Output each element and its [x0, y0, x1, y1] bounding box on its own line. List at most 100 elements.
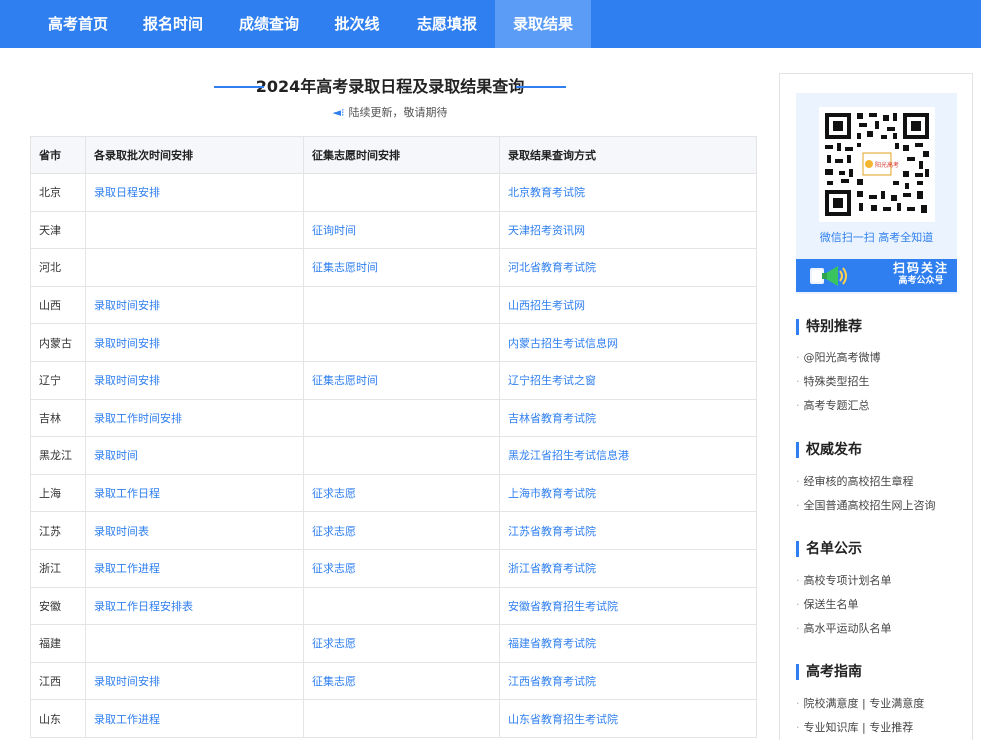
cell-solicit-link[interactable]: 征求志愿 — [303, 624, 500, 663]
cell-schedule-link — [85, 248, 304, 287]
page-title-wrap: 2024年高考录取日程及录取结果查询 — [200, 76, 580, 98]
nav-volunteer[interactable]: 志愿填报 — [409, 0, 485, 48]
cell-query-link[interactable]: 山东省教育招生考试院 — [499, 699, 757, 738]
table-row: 江苏 录取时间表 征求志愿 江苏省教育考试院 — [30, 511, 757, 550]
section-title-lists: 名单公示 — [796, 541, 862, 557]
qr-card: 阳光高考 微信扫一扫 高考全知道 扫码关注 高考公众号 — [796, 93, 957, 294]
table-row: 黑龙江 录取时间 黑龙江省招生考试信息港 — [30, 436, 757, 475]
megaphone-icon — [808, 262, 860, 294]
list-item[interactable]: 高考专题汇总 — [796, 394, 881, 418]
cell-schedule-link[interactable]: 录取工作日程安排表 — [85, 586, 304, 626]
cell-schedule-link[interactable]: 录取时间 — [85, 436, 304, 475]
cell-schedule-link[interactable]: 录取时间安排 — [85, 661, 304, 701]
table-row: 辽宁 录取时间安排 征集志愿时间 辽宁招生考试之窗 — [30, 360, 757, 400]
cell-province: 安徽 — [30, 586, 86, 626]
list-item[interactable]: 高校专项计划名单 — [796, 569, 892, 593]
page-subtitle: ◄⁝ 陆续更新，敬请期待 — [290, 104, 490, 120]
cell-province: 吉林 — [30, 398, 86, 438]
table-row: 河北 征集志愿时间 河北省教育考试院 — [30, 248, 757, 287]
table-row: 福建 征求志愿 福建省教育考试院 — [30, 624, 757, 663]
table-header-row: 省市 各录取批次时间安排 征集志愿时间安排 录取结果查询方式 — [30, 136, 757, 174]
cell-schedule-link[interactable]: 录取工作进程 — [85, 699, 304, 738]
qr-center-mark: 阳光高考 — [875, 161, 899, 169]
cell-solicit-link — [303, 436, 500, 475]
list-item[interactable]: @阳光高考微博 — [796, 346, 881, 370]
cell-schedule-link — [85, 210, 304, 250]
table-row: 上海 录取工作日程 征求志愿 上海市教育考试院 — [30, 473, 757, 513]
cell-province: 江西 — [30, 661, 86, 701]
cell-solicit-link — [303, 398, 500, 438]
list-item[interactable]: 专业知识库 | 专业推荐 — [796, 716, 924, 740]
table-row: 江西 录取时间安排 征集志愿 江西省教育考试院 — [30, 661, 757, 701]
admission-table: 省市 各录取批次时间安排 征集志愿时间安排 录取结果查询方式 北京 录取日程安排… — [30, 136, 757, 738]
cell-query-link[interactable]: 江苏省教育考试院 — [499, 511, 757, 550]
cell-province: 辽宁 — [30, 360, 86, 400]
list-item[interactable]: 全国普通高校招生网上咨询 — [796, 494, 936, 518]
sidebar: 阳光高考 微信扫一扫 高考全知道 扫码关注 高考公众号 特别推荐 · @阳光高考… — [779, 73, 973, 740]
list-item[interactable]: 保送生名单 — [796, 593, 892, 617]
cell-province: 江苏 — [30, 511, 86, 550]
cell-solicit-link[interactable]: 征求志愿 — [303, 548, 500, 588]
list-item[interactable]: 特殊类型招生 — [796, 370, 881, 394]
cell-query-link[interactable]: 吉林省教育考试院 — [499, 398, 757, 438]
cell-schedule-link[interactable]: 录取工作时间安排 — [85, 398, 304, 438]
cell-query-link[interactable]: 福建省教育考试院 — [499, 624, 757, 663]
banner-line-1: 扫码关注 — [892, 261, 949, 275]
cell-query-link[interactable]: 山西招生考试网 — [499, 285, 757, 325]
cell-solicit-link[interactable]: 征询时间 — [303, 210, 500, 250]
cell-province: 浙江 — [30, 548, 86, 588]
cell-query-link[interactable]: 辽宁招生考试之窗 — [499, 360, 757, 400]
table-row: 吉林 录取工作时间安排 吉林省教育考试院 — [30, 398, 757, 438]
cell-schedule-link[interactable]: 录取工作进程 — [85, 548, 304, 588]
cell-query-link[interactable]: 浙江省教育考试院 — [499, 548, 757, 588]
title-left-line — [214, 86, 264, 88]
cell-solicit-link[interactable]: 征求志愿 — [303, 511, 500, 550]
table-row: 北京 录取日程安排 北京教育考试院 — [30, 173, 757, 212]
nav-scores[interactable]: 成绩查询 — [231, 0, 307, 48]
list-item[interactable]: 高水平运动队名单 — [796, 617, 892, 641]
cell-solicit-link — [303, 586, 500, 626]
list-item[interactable]: 院校满意度 | 专业满意度 — [796, 692, 925, 716]
cell-query-link[interactable]: 内蒙古招生考试信息网 — [499, 323, 757, 362]
nav-admission-results[interactable]: 录取结果 — [495, 0, 591, 48]
cell-solicit-link — [303, 699, 500, 738]
cell-province: 北京 — [30, 173, 86, 212]
cell-schedule-link[interactable]: 录取时间安排 — [85, 360, 304, 400]
section-list-recommend: @阳光高考微博 特殊类型招生 高考专题汇总 — [796, 346, 881, 418]
cell-query-link[interactable]: 安徽省教育招生考试院 — [499, 586, 757, 626]
cell-query-link[interactable]: 上海市教育考试院 — [499, 473, 757, 513]
cell-query-link[interactable]: 江西省教育考试院 — [499, 661, 757, 701]
header-schedule: 各录取批次时间安排 — [85, 136, 304, 174]
nav-cutoff[interactable]: 批次线 — [322, 0, 392, 48]
follow-banner[interactable]: 扫码关注 高考公众号 — [796, 259, 957, 292]
page-title: 2024年高考录取日程及录取结果查询 — [255, 77, 525, 96]
section-title-official: 权威发布 — [796, 442, 862, 458]
cell-schedule-link[interactable]: 录取日程安排 — [85, 173, 304, 212]
nav-registration[interactable]: 报名时间 — [135, 0, 211, 48]
cell-solicit-link[interactable]: 征集志愿时间 — [303, 248, 500, 287]
section-list-lists: 高校专项计划名单 保送生名单 高水平运动队名单 — [796, 569, 892, 641]
speaker-icon: ◄⁝ — [332, 106, 345, 119]
cell-solicit-link[interactable]: 征集志愿 — [303, 661, 500, 701]
table-row: 山东 录取工作进程 山东省教育招生考试院 — [30, 699, 757, 738]
cell-province: 河北 — [30, 248, 86, 287]
cell-schedule-link[interactable]: 录取时间安排 — [85, 285, 304, 325]
cell-schedule-link[interactable]: 录取时间表 — [85, 511, 304, 550]
qr-code-icon[interactable]: 阳光高考 — [819, 107, 935, 222]
cell-schedule-link[interactable]: 录取时间安排 — [85, 323, 304, 362]
cell-schedule-link[interactable]: 录取工作日程 — [85, 473, 304, 513]
cell-query-link[interactable]: 河北省教育考试院 — [499, 248, 757, 287]
cell-solicit-link[interactable]: 征集志愿时间 — [303, 360, 500, 400]
subtitle-text: 陆续更新，敬请期待 — [348, 106, 448, 119]
table-row: 浙江 录取工作进程 征求志愿 浙江省教育考试院 — [30, 548, 757, 588]
cell-province: 内蒙古 — [30, 323, 86, 362]
table-row: 内蒙古 录取时间安排 内蒙古招生考试信息网 — [30, 323, 757, 362]
cell-query-link[interactable]: 天津招考资讯网 — [499, 210, 757, 250]
cell-solicit-link[interactable]: 征求志愿 — [303, 473, 500, 513]
cell-query-link[interactable]: 北京教育考试院 — [499, 173, 757, 212]
cell-query-link[interactable]: 黑龙江省招生考试信息港 — [499, 436, 757, 475]
cell-solicit-link — [303, 323, 500, 362]
section-title-recommend: 特别推荐 — [796, 319, 862, 335]
list-item[interactable]: 经审核的高校招生章程 — [796, 470, 936, 494]
nav-home[interactable]: 高考首页 — [40, 0, 116, 48]
